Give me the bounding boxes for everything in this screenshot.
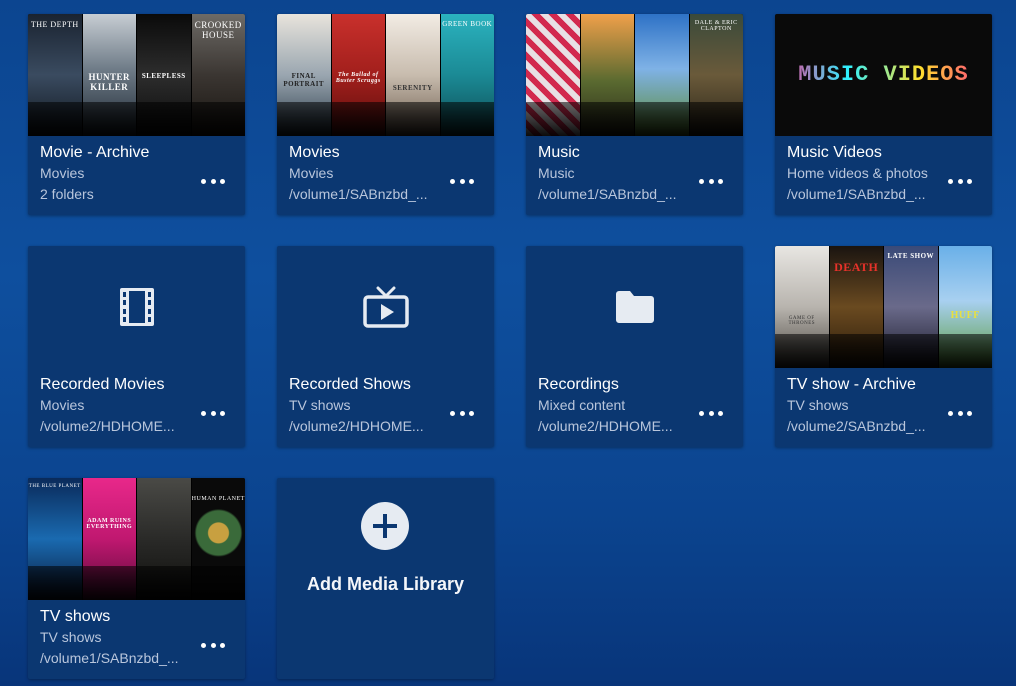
more-options-icon[interactable] (201, 638, 225, 652)
library-type: Movies (40, 397, 85, 413)
library-path: /volume1/SABnzbd_... (40, 650, 179, 666)
library-card-music[interactable]: DALE & ERIC CLAPTON Music Music /volume1… (526, 14, 743, 215)
library-thumbnail: DALE & ERIC CLAPTON (526, 14, 743, 136)
add-media-library-label: Add Media Library (306, 574, 465, 594)
library-card-recordings[interactable]: Recordings Mixed content /volume2/HDHOME… (526, 246, 743, 447)
library-path: 2 folders (40, 186, 94, 202)
library-type: Music (538, 165, 575, 181)
library-path: /volume2/HDHOME... (289, 418, 424, 434)
library-title: Recorded Movies (40, 376, 165, 393)
library-type: TV shows (787, 397, 849, 413)
library-title: Recorded Shows (289, 376, 411, 393)
more-options-icon[interactable] (699, 406, 723, 420)
library-type: Movies (40, 165, 85, 181)
library-type: TV shows (40, 629, 102, 645)
library-path: /volume1/SABnzbd_... (538, 186, 677, 202)
more-options-icon[interactable] (699, 174, 723, 188)
library-card-tv-show-archive[interactable]: GAME OF THRONES DEATH LATE SHOW HUFF TV … (775, 246, 992, 447)
plus-icon (361, 502, 409, 550)
library-title: Movie - Archive (40, 144, 150, 161)
library-card-music-videos[interactable]: MUSIC VIDEOS Music Videos Home videos & … (775, 14, 992, 215)
library-title: TV show - Archive (787, 376, 916, 393)
library-title: TV shows (40, 608, 111, 625)
library-path: /volume1/SABnzbd_... (289, 186, 428, 202)
library-type: TV shows (289, 397, 351, 413)
library-thumbnail: FINAL PORTRAIT The Ballad of Buster Scru… (277, 14, 494, 136)
more-options-icon[interactable] (201, 174, 225, 188)
more-options-icon[interactable] (948, 406, 972, 420)
library-thumbnail: THE DEPTH HUNTER KILLER SLEEPLESS CROOKE… (28, 14, 245, 136)
library-title: Movies (289, 144, 340, 161)
library-card-tv-shows[interactable]: THE BLUE PLANET ADAM RUINS EVERYTHING HU… (28, 478, 245, 679)
library-title: Recordings (538, 376, 619, 393)
library-path: /volume2/HDHOME... (538, 418, 673, 434)
library-type: Home videos & photos (787, 165, 928, 181)
add-media-library-button[interactable]: Add Media Library (277, 478, 494, 679)
library-card-movie-archive[interactable]: THE DEPTH HUNTER KILLER SLEEPLESS CROOKE… (28, 14, 245, 215)
library-card-recorded-movies[interactable]: Recorded Movies Movies /volume2/HDHOME..… (28, 246, 245, 447)
library-path: /volume2/SABnzbd_... (787, 418, 926, 434)
library-card-movies[interactable]: FINAL PORTRAIT The Ballad of Buster Scru… (277, 14, 494, 215)
library-type: Movies (289, 165, 334, 181)
more-options-icon[interactable] (450, 406, 474, 420)
library-thumbnail: GAME OF THRONES DEATH LATE SHOW HUFF (775, 246, 992, 368)
library-card-recorded-shows[interactable]: Recorded Shows TV shows /volume2/HDHOME.… (277, 246, 494, 447)
library-path: /volume2/HDHOME... (40, 418, 175, 434)
library-thumbnail: MUSIC VIDEOS (775, 14, 992, 136)
library-thumbnail: THE BLUE PLANET ADAM RUINS EVERYTHING HU… (28, 478, 245, 600)
more-options-icon[interactable] (450, 174, 474, 188)
more-options-icon[interactable] (201, 406, 225, 420)
film-icon (28, 246, 245, 368)
more-options-icon[interactable] (948, 174, 972, 188)
tv-icon (277, 246, 494, 368)
library-title: Music (538, 144, 580, 161)
library-type: Mixed content (538, 397, 626, 413)
folder-icon (526, 246, 743, 368)
library-title: Music Videos (787, 144, 882, 161)
library-path: /volume1/SABnzbd_... (787, 186, 926, 202)
